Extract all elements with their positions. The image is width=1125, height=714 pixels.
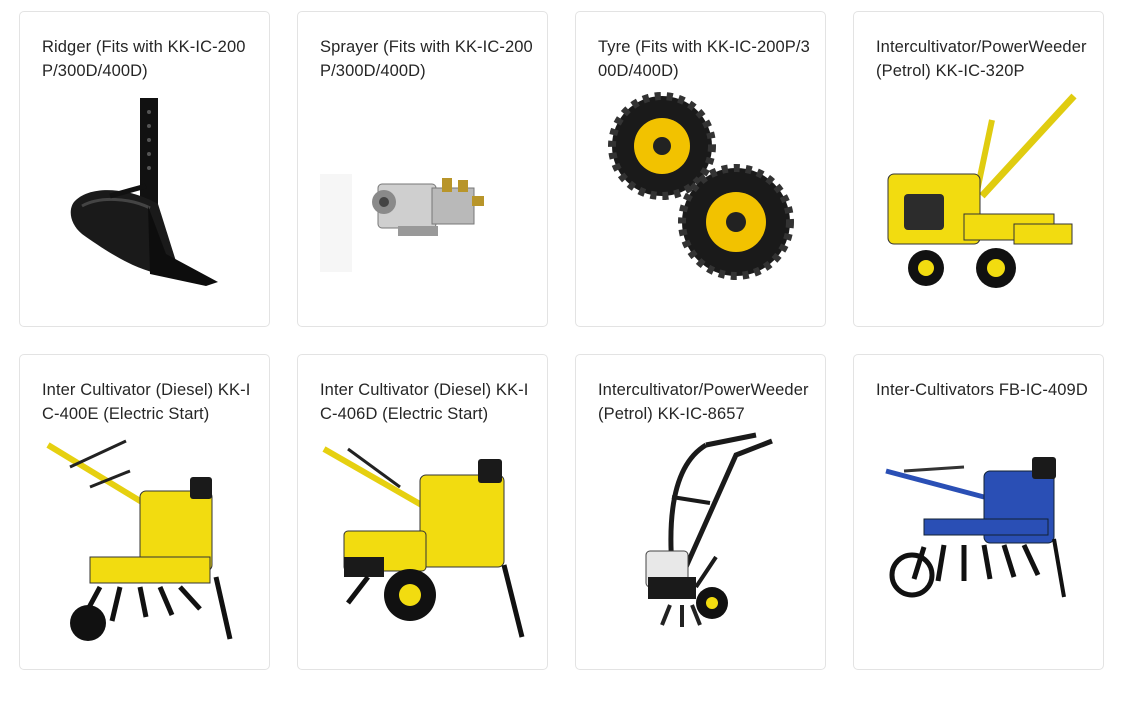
product-card-sprayer[interactable]: Sprayer (Fits with KK-IC-200P/300D/400D) — [297, 11, 548, 327]
blue-cultivator-icon — [864, 427, 1094, 657]
product-title: Tyre (Fits with KK-IC-200P/300D/400D) — [598, 38, 810, 80]
product-card-kk-ic-406d[interactable]: Inter Cultivator (Diesel) KK-IC-406D (El… — [297, 354, 548, 670]
diesel-cultivator-wheeled-icon — [308, 427, 538, 657]
mini-tiller-icon — [586, 427, 816, 657]
product-card-kk-ic-320p[interactable]: Intercultivator/PowerWeeder (Petrol) KK-… — [853, 11, 1104, 327]
sprayer-pump-icon — [308, 84, 538, 314]
product-grid: Ridger (Fits with KK-IC-200P/300D/400D) … — [19, 11, 1107, 695]
diesel-cultivator-icon — [30, 427, 260, 657]
product-title: Inter Cultivator (Diesel) KK-IC-400E (El… — [42, 381, 251, 423]
tyre-pair-icon — [586, 84, 816, 314]
product-title: Intercultivator/PowerWeeder (Petrol) KK-… — [876, 38, 1087, 80]
product-card-kk-ic-8657[interactable]: Intercultivator/PowerWeeder (Petrol) KK-… — [575, 354, 826, 670]
product-title: Ridger (Fits with KK-IC-200P/300D/400D) — [42, 38, 246, 80]
product-title: Inter-Cultivators FB-IC-409D — [876, 381, 1088, 399]
petrol-weeder-icon — [864, 84, 1094, 314]
product-card-tyre[interactable]: Tyre (Fits with KK-IC-200P/300D/400D) — [575, 11, 826, 327]
product-card-fb-ic-409d[interactable]: Inter-Cultivators FB-IC-409D — [853, 354, 1104, 670]
product-title: Intercultivator/PowerWeeder (Petrol) KK-… — [598, 381, 809, 423]
ridger-plough-icon — [30, 84, 260, 314]
product-card-kk-ic-400e[interactable]: Inter Cultivator (Diesel) KK-IC-400E (El… — [19, 354, 270, 670]
product-title: Sprayer (Fits with KK-IC-200P/300D/400D) — [320, 38, 533, 80]
product-card-ridger[interactable]: Ridger (Fits with KK-IC-200P/300D/400D) — [19, 11, 270, 327]
product-title: Inter Cultivator (Diesel) KK-IC-406D (El… — [320, 381, 529, 423]
